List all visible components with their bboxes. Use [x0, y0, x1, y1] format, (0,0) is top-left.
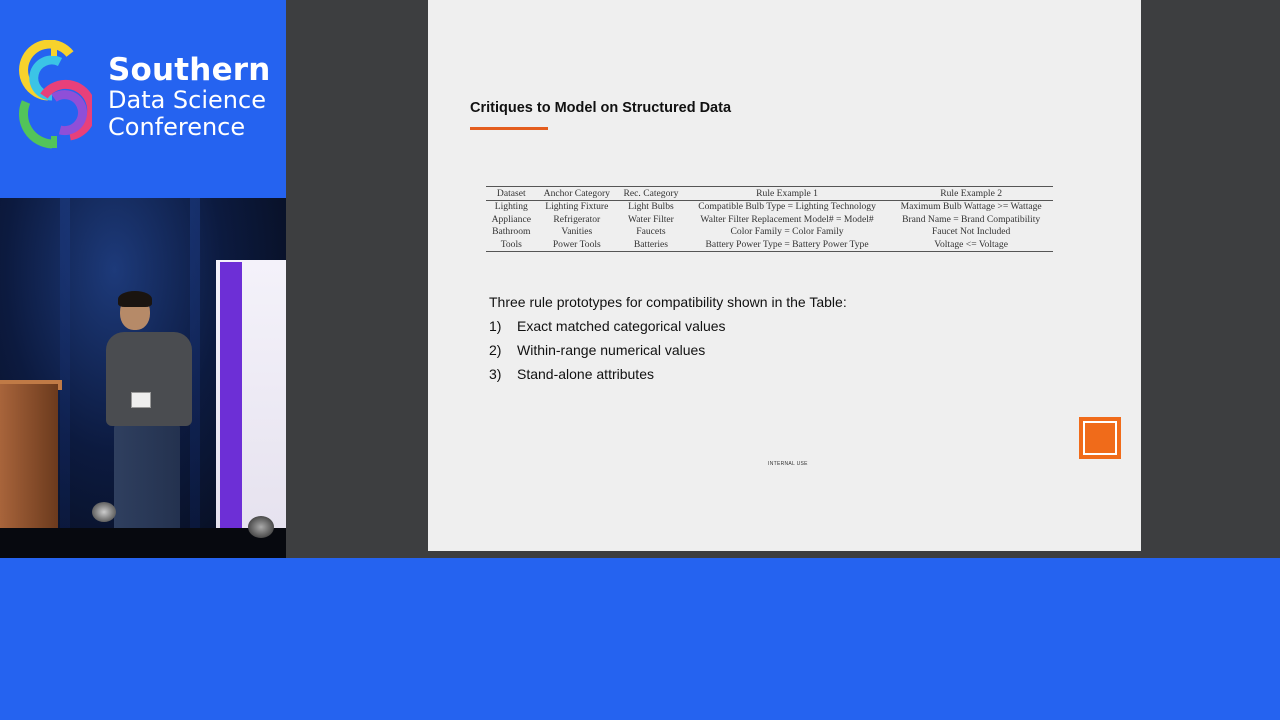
table-header-cell: Anchor Category: [536, 186, 618, 201]
stage-floor: [0, 528, 286, 558]
table-cell: Voltage <= Voltage: [889, 238, 1053, 252]
table-header-cell: Dataset: [486, 186, 537, 201]
title-underline: [470, 127, 548, 130]
rule-examples-table: Dataset Anchor Category Rec. Category Ru…: [486, 186, 1053, 252]
conference-name-line3: Conference: [108, 113, 246, 141]
table-cell: Vanities: [561, 226, 593, 237]
table-row: Bathroom Vanities Faucets Color Family =…: [486, 226, 1053, 239]
table-cell: Tools: [486, 238, 537, 252]
table-cell: Color Family = Color Family: [730, 226, 844, 237]
conference-logo-icon: [19, 40, 92, 149]
sponsor-banner-stripe: [220, 262, 242, 542]
table-header-row: Dataset Anchor Category Rec. Category Ru…: [486, 186, 1053, 201]
table-cell: Appliance: [491, 213, 531, 225]
slide-intro-text: Three rule prototypes for compatibility …: [489, 294, 847, 310]
list-item-text: Within-range numerical values: [517, 342, 706, 358]
list-item-number: 2): [489, 342, 502, 358]
table-row: Appliance Refrigerator Water Filter Walt…: [486, 214, 1053, 227]
slide-footer: INTERNAL USE: [768, 461, 808, 467]
speaker-legs: [114, 424, 180, 544]
table-header-cell: Rule Example 1: [684, 186, 890, 201]
table-header-cell: Rule Example 2: [889, 186, 1053, 201]
list-item-text: Stand-alone attributes: [517, 366, 654, 382]
slide-body: Three rule prototypes for compatibility …: [489, 294, 847, 390]
stage-light: [92, 502, 116, 522]
table-cell: Water Filter: [628, 213, 674, 225]
presentation-slide: Critiques to Model on Structured Data Da…: [428, 0, 1141, 551]
list-item: 3) Stand-alone attributes: [489, 366, 847, 390]
table-cell: Brand Name = Brand Compatibility: [902, 213, 1041, 225]
table-cell: Lighting: [494, 201, 528, 212]
logo-border: [1083, 421, 1117, 455]
table-cell: Lighting Fixture: [545, 201, 609, 212]
table-row: Tools Power Tools Batteries Battery Powe…: [486, 238, 1053, 252]
list-item: 1) Exact matched categorical values: [489, 318, 847, 342]
conference-logo-panel: Southern Data Science Conference: [0, 0, 286, 198]
table-cell: Bathroom: [492, 226, 531, 237]
lower-blue-band: [0, 558, 1280, 720]
podium: [0, 384, 58, 528]
table-cell: Maximum Bulb Wattage >= Wattage: [900, 201, 1042, 212]
home-depot-logo-icon: [1079, 417, 1121, 459]
slide-title: Critiques to Model on Structured Data: [470, 100, 732, 116]
table-cell: Power Tools: [536, 238, 618, 252]
table-cell: Walter Filter Replacement Model# = Model…: [700, 213, 874, 225]
list-item-text: Exact matched categorical values: [517, 318, 726, 334]
table-cell: Batteries: [617, 238, 685, 252]
conference-name-line1: Southern: [108, 52, 271, 88]
speaker-video-feed: [0, 198, 286, 558]
table-header-cell: Rec. Category: [617, 186, 685, 201]
table-cell: Light Bulbs: [628, 201, 674, 212]
list-item: 2) Within-range numerical values: [489, 342, 847, 366]
curtain-fold: [60, 198, 70, 558]
table-cell: Faucets: [636, 226, 666, 237]
table-cell: Battery Power Type = Battery Power Type: [684, 238, 890, 252]
conference-name-line2: Data Science: [108, 86, 266, 114]
stage-light: [248, 516, 274, 538]
table-row: Lighting Lighting Fixture Light Bulbs Co…: [486, 201, 1053, 214]
speaker-badge: [131, 392, 151, 408]
table-cell: Faucet Not Included: [931, 226, 1011, 237]
speaker-hair: [118, 291, 152, 307]
table-cell: Refrigerator: [553, 213, 601, 225]
list-item-number: 1): [489, 318, 502, 334]
speaker-body: [106, 332, 192, 426]
list-item-number: 3): [489, 366, 502, 382]
conference-name: Southern Data Science Conference: [108, 54, 271, 141]
table-cell: Compatible Bulb Type = Lighting Technolo…: [698, 201, 876, 212]
